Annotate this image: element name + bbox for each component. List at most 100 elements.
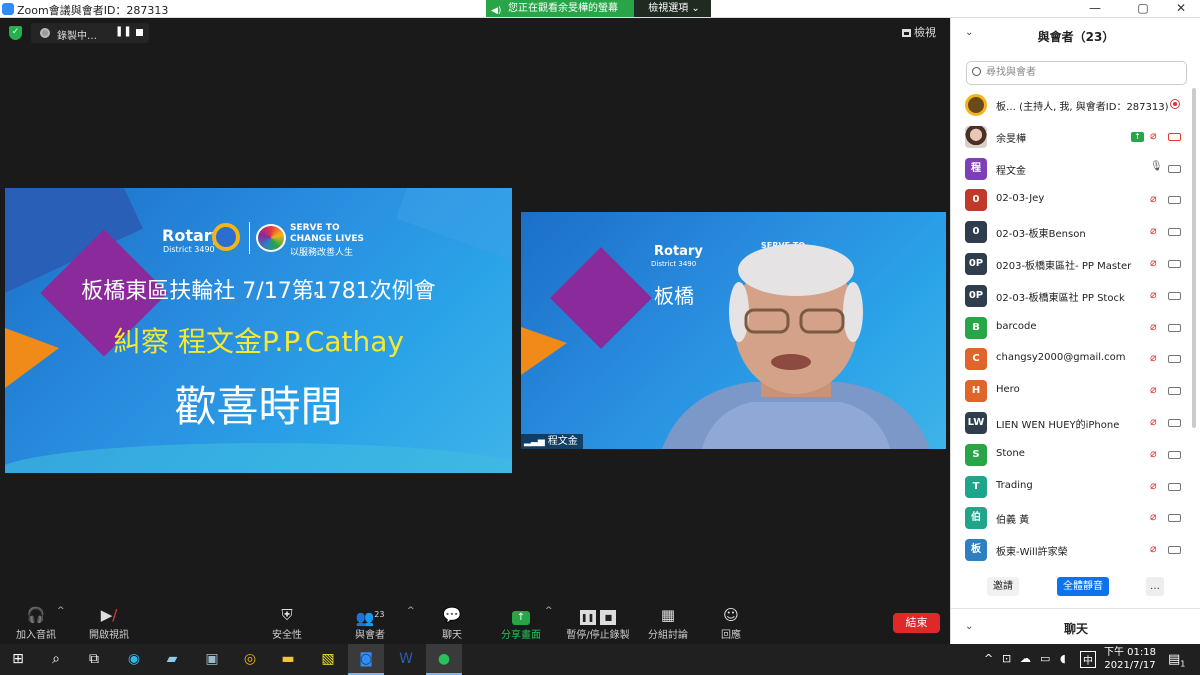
view-button[interactable]: 檢視 [902, 24, 936, 40]
clock-date: 2021/7/17 [1104, 660, 1156, 671]
video-camera-icon[interactable] [1168, 196, 1181, 205]
microphone-muted-icon[interactable]: ⌀ [1150, 510, 1157, 523]
participant-row[interactable]: 板… (主持人, 我, 與會者ID：287313) [951, 90, 1191, 120]
chat-button[interactable]: 💬 聊天 [437, 604, 467, 641]
close-button[interactable]: ✕ [1171, 1, 1191, 15]
search-taskbar-icon[interactable]: ⌕ [38, 644, 74, 675]
video-camera-icon[interactable] [1168, 419, 1181, 427]
minimize-button[interactable]: — [1085, 1, 1105, 15]
microphone-muted-icon[interactable]: ⌀ [1150, 129, 1157, 142]
pause-recording-icon[interactable]: ❚❚ [115, 26, 132, 37]
microphone-muted-icon[interactable]: ⌀ [1150, 479, 1157, 492]
participant-row[interactable]: LW LIEN WEN HUEY的iPhone ⌀ [951, 408, 1191, 438]
more-options-button[interactable]: … [1146, 577, 1164, 596]
participant-name: 板… (主持人, 我, 與會者ID：287313) [996, 102, 1169, 113]
microphone-muted-icon[interactable]: ⌀ [1150, 351, 1157, 364]
participants-options-chevron-icon[interactable]: ^ [407, 606, 415, 616]
participant-row[interactable]: Cchangsy2000@gmail.com ⌀ [951, 344, 1191, 374]
invite-button[interactable]: 邀請 [987, 577, 1019, 596]
microphone-muted-icon[interactable]: ⌀ [1150, 192, 1157, 205]
maximize-button[interactable]: ▢ [1133, 1, 1153, 15]
headphone-icon: 🎧 [26, 606, 46, 624]
windows-start-icon[interactable]: ⊞ [0, 644, 36, 675]
volume-icon[interactable]: ◖ [1060, 652, 1066, 665]
video-camera-icon[interactable] [1168, 228, 1181, 237]
microphone-muted-icon[interactable]: ⌀ [1150, 256, 1157, 269]
view-options-button[interactable]: 檢視選項 ⌄ [638, 0, 710, 17]
chrome-icon[interactable]: ◎ [232, 644, 268, 675]
microphone-muted-icon[interactable]: ⌀ [1150, 224, 1157, 237]
video-camera-icon[interactable] [1168, 260, 1181, 268]
participant-row[interactable]: S Stone ⌀ [951, 440, 1191, 470]
video-off-icon[interactable] [1168, 132, 1181, 141]
taskbar-clock[interactable]: 下午 01:18 2021/7/17 [1100, 646, 1160, 672]
end-meeting-button[interactable]: 結束 [893, 613, 940, 633]
stop-recording-icon[interactable] [136, 29, 143, 36]
video-camera-icon[interactable] [1168, 514, 1181, 523]
recording-indicator: 錄製中… ❚❚ [31, 23, 149, 43]
participant-row[interactable]: 0 02-03-Jey ⌀ [951, 185, 1191, 215]
participant-row[interactable]: T Trading ⌀ [951, 472, 1191, 502]
start-video-button[interactable]: ▶/ 開啟視訊 [85, 604, 133, 641]
video-camera-icon[interactable] [1168, 450, 1181, 459]
participant-row[interactable]: 伯伯義 黃 ⌀ [951, 503, 1191, 533]
share-screen-button[interactable]: ↑ 分享畫面 ^ [500, 604, 553, 641]
video-camera-icon[interactable] [1168, 323, 1181, 332]
participant-name: Stone [996, 447, 1025, 459]
security-button[interactable]: ⛨ 安全性 [267, 604, 307, 641]
tray-chevron-icon[interactable]: ^ [984, 652, 993, 665]
line-icon[interactable]: ● [426, 644, 462, 675]
photos-icon[interactable]: ▣ [194, 644, 230, 675]
microphone-muted-icon[interactable]: ⌀ [1150, 447, 1157, 460]
video-camera-icon[interactable] [1168, 482, 1181, 491]
edge-browser-icon[interactable]: ◉ [116, 644, 152, 675]
share-options-chevron-icon[interactable]: ^ [545, 606, 553, 616]
video-camera-icon[interactable] [1168, 387, 1181, 396]
participant-row[interactable]: 板板東-Will許家榮 ⌀ [951, 535, 1191, 565]
task-view-icon[interactable]: ⧉ [76, 644, 112, 675]
zoom-taskbar-icon[interactable]: ◙ [348, 644, 384, 675]
chat-label: 聊天 [442, 630, 462, 641]
participant-row[interactable]: 0P 02-03-板橋東區社 PP Stock ⌀ [951, 281, 1191, 311]
display-icon[interactable]: ▭ [1040, 652, 1050, 665]
microphone-muted-icon[interactable]: ⌀ [1150, 320, 1157, 333]
video-camera-icon[interactable] [1168, 291, 1181, 300]
microphone-muted-icon[interactable]: ⌀ [1150, 542, 1157, 555]
video-camera-icon[interactable] [1168, 355, 1181, 364]
breakout-rooms-button[interactable]: ▦ 分組討論 [645, 604, 691, 641]
notification-icon[interactable]: ▤1 [1168, 652, 1185, 669]
participants-button[interactable]: 👥23 與會者 ^ [350, 604, 415, 641]
participant-row[interactable]: 0 02-03-板東Benson ⌀ [951, 217, 1191, 247]
participant-row[interactable]: 程程文金 🎙 [951, 154, 1191, 184]
sticky-notes-icon[interactable]: ▧ [310, 644, 346, 675]
video-camera-icon[interactable] [1168, 164, 1181, 173]
microphone-muted-icon[interactable]: ⌀ [1150, 415, 1157, 428]
audio-options-chevron-icon[interactable]: ^ [57, 606, 65, 616]
participant-search-input[interactable]: 尋找與會者 [966, 61, 1187, 85]
video-tile[interactable]: Rotary District 3490 SERVE TO CHANGE LIV… [521, 212, 946, 449]
microphone-on-icon[interactable]: 🎙 [1150, 161, 1163, 172]
word-icon[interactable]: W [388, 644, 424, 675]
onedrive-icon[interactable]: ☁ [1020, 652, 1031, 665]
file-explorer-icon[interactable]: ▬ [270, 644, 306, 675]
join-audio-button[interactable]: 🎧 加入音訊 ^ [10, 604, 65, 641]
mute-all-button[interactable]: 全體靜音 [1057, 577, 1109, 596]
participant-list-scrollbar[interactable] [1192, 88, 1196, 428]
ime-indicator[interactable]: 中 [1080, 651, 1096, 668]
encryption-shield-icon[interactable]: ✓ [9, 26, 22, 40]
participant-row[interactable]: 余旻樺 ↑ ⌀ [951, 122, 1191, 152]
pause-stop-recording-button[interactable]: ❚❚ ■ 暫停/停止錄製 [563, 604, 633, 641]
participant-row[interactable]: 0P 0203-板橋東區社- PP Master ⌀ [951, 249, 1191, 279]
speaker-icon: ◀) [491, 6, 502, 16]
video-camera-icon[interactable] [1168, 546, 1181, 555]
app-icon[interactable]: ▰ [154, 644, 190, 675]
participant-row[interactable]: Bbarcode ⌀ [951, 313, 1191, 343]
participant-row[interactable]: H Hero ⌀ [951, 376, 1191, 406]
microphone-muted-icon[interactable]: ⌀ [1150, 383, 1157, 396]
sharing-screen-icon: ↑ [1131, 131, 1144, 142]
microphone-muted-icon[interactable]: ⌀ [1150, 288, 1157, 301]
reactions-button[interactable]: ☺ 回應 [716, 604, 746, 641]
network-icon[interactable]: ⊡ [1002, 652, 1011, 665]
share-screen-icon: ↑ [500, 604, 542, 626]
smiley-icon: ☺ [723, 606, 739, 624]
